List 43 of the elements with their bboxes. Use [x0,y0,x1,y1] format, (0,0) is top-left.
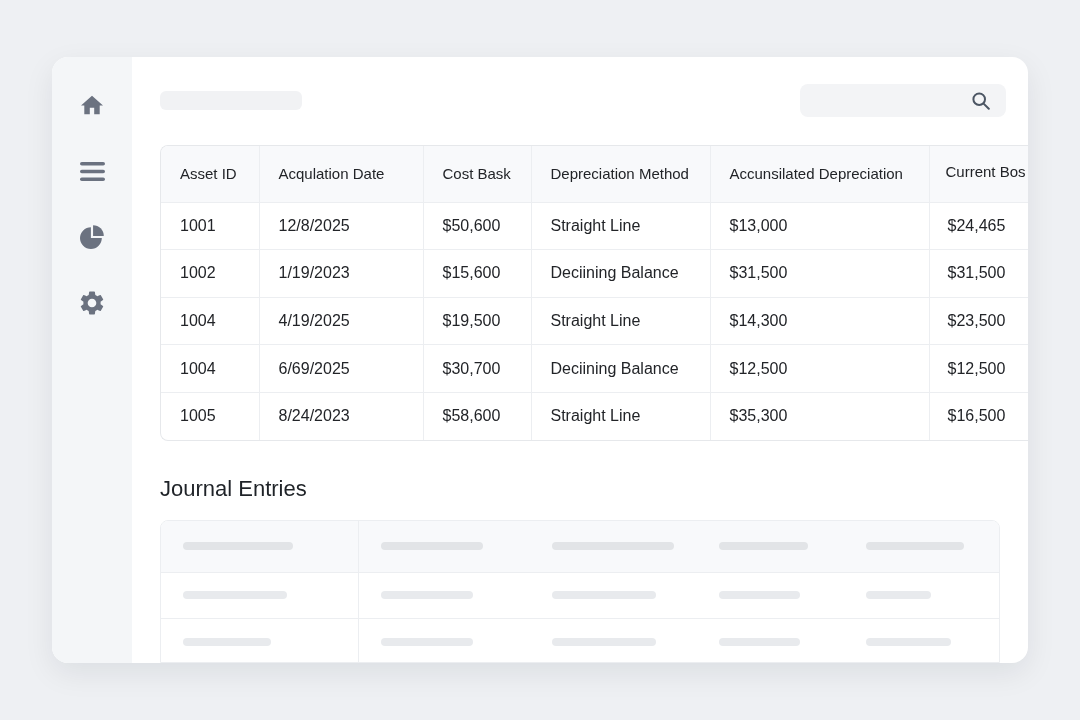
settings-icon[interactable] [80,291,104,315]
table-cell: $12,500 [710,344,929,393]
table-cell: $23,500 [929,297,1028,345]
table-cell: $16,500 [929,392,1028,440]
menu-icon[interactable] [79,161,105,181]
table-cell: 6/69/2025 [259,344,423,393]
table-cell: $14,300 [710,297,929,345]
column-header: Current Bos [929,146,1028,202]
table-cell: $24,465 [929,202,1028,250]
home-icon[interactable] [81,95,103,115]
table-cell: $15,600 [423,249,531,298]
table-cell: $35,300 [710,392,929,440]
table-cell: $13,000 [710,202,929,250]
table-cell: Deciining Balance [531,344,710,393]
pie-chart-icon[interactable] [80,225,104,249]
column-header: Asset ID [161,146,259,202]
table-cell: 8/24/2023 [259,392,423,440]
table-cell: 12/8/2025 [259,202,423,250]
column-header: Depreciation Method [531,146,710,202]
table-cell: 1004 [161,297,259,345]
table-cell: 1005 [161,392,259,440]
table-cell: $50,600 [423,202,531,250]
table-cell: 4/19/2025 [259,297,423,345]
column-header: Accunsilated Depreciation [710,146,929,202]
column-header: Acqulation Date [259,146,423,202]
section-heading: Journal Entries [160,474,307,503]
table-cell: $58,600 [423,392,531,440]
table-cell: $31,500 [929,249,1028,298]
table-cell: $12,500 [929,344,1028,393]
table-cell: Straight Line [531,202,710,250]
table-cell: 1002 [161,249,259,298]
table-cell: $30,700 [423,344,531,393]
table-cell: 1/19/2023 [259,249,423,298]
table-cell: Deciining Balance [531,249,710,298]
table-cell: 1001 [161,202,259,250]
search-field[interactable] [800,84,1006,117]
table-cell: Straight Line [531,297,710,345]
table-cell: 1004 [161,344,259,393]
table-cell: $19,500 [423,297,531,345]
column-header: Cost Bask [423,146,531,202]
table-cell: $31,500 [710,249,929,298]
search-icon [972,91,990,110]
table-cell: Straight Line [531,392,710,440]
